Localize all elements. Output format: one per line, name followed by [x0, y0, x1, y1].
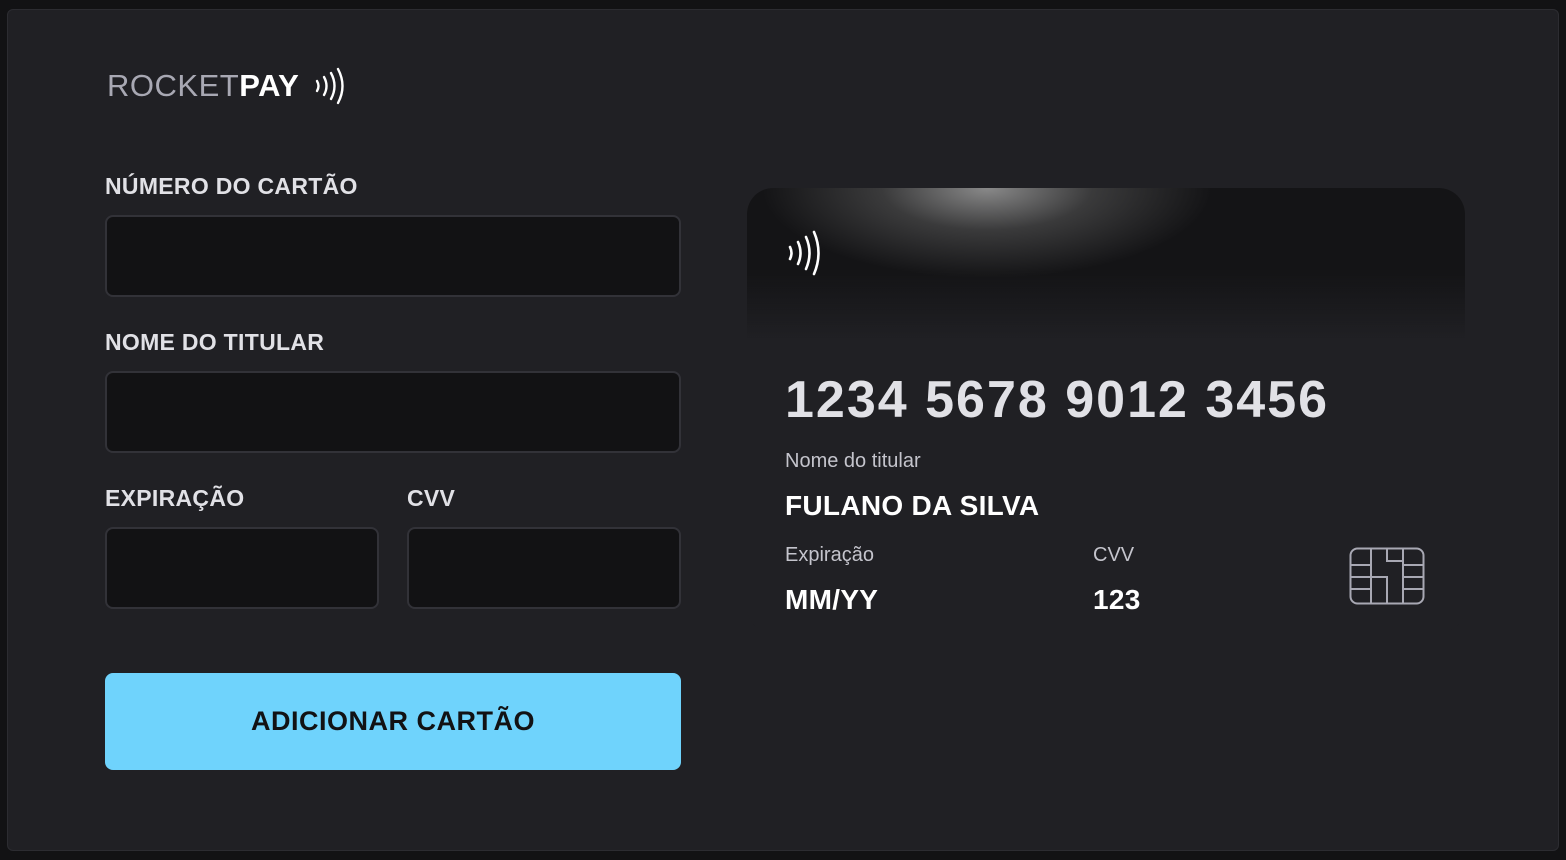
cvv-input[interactable] — [407, 527, 681, 609]
card-number-label: NÚMERO DO CARTÃO — [105, 173, 358, 199]
logo-text-pay: PAY — [239, 68, 300, 103]
card-holder-value: FULANO DA SILVA — [785, 490, 1040, 521]
contactless-icon — [316, 67, 344, 105]
card-expiration-value: MM/YY — [785, 584, 879, 615]
holder-name-input[interactable] — [105, 371, 681, 453]
chip-icon — [1349, 547, 1425, 605]
card-preview: 1234 5678 9012 3456 Nome do titular FULA… — [747, 188, 1465, 633]
holder-name-label: NOME DO TITULAR — [105, 329, 325, 355]
contactless-icon — [788, 230, 820, 276]
logo-text-rocket: ROCKET — [107, 68, 240, 103]
add-card-button[interactable]: ADICIONAR CARTÃO — [105, 673, 681, 770]
card-holder-label: Nome do titular — [785, 450, 921, 472]
card-number-display: 1234 5678 9012 3456 — [785, 371, 1330, 429]
expiration-input[interactable] — [105, 527, 379, 609]
card-expiration-label: Expiração — [785, 544, 874, 566]
card-number-input[interactable] — [105, 215, 681, 297]
card-cvv-value: 123 — [1093, 584, 1141, 615]
card-cvv-label: CVV — [1093, 544, 1135, 566]
payment-panel: ROCKET PAY NÚMERO DO CARTÃO NOME DO TITU… — [7, 9, 1559, 851]
cvv-label: CVV — [407, 485, 456, 511]
card-header-gradient — [747, 188, 1465, 338]
rocketpay-logo: ROCKET PAY — [107, 66, 351, 106]
expiration-label: EXPIRAÇÃO — [105, 485, 245, 511]
